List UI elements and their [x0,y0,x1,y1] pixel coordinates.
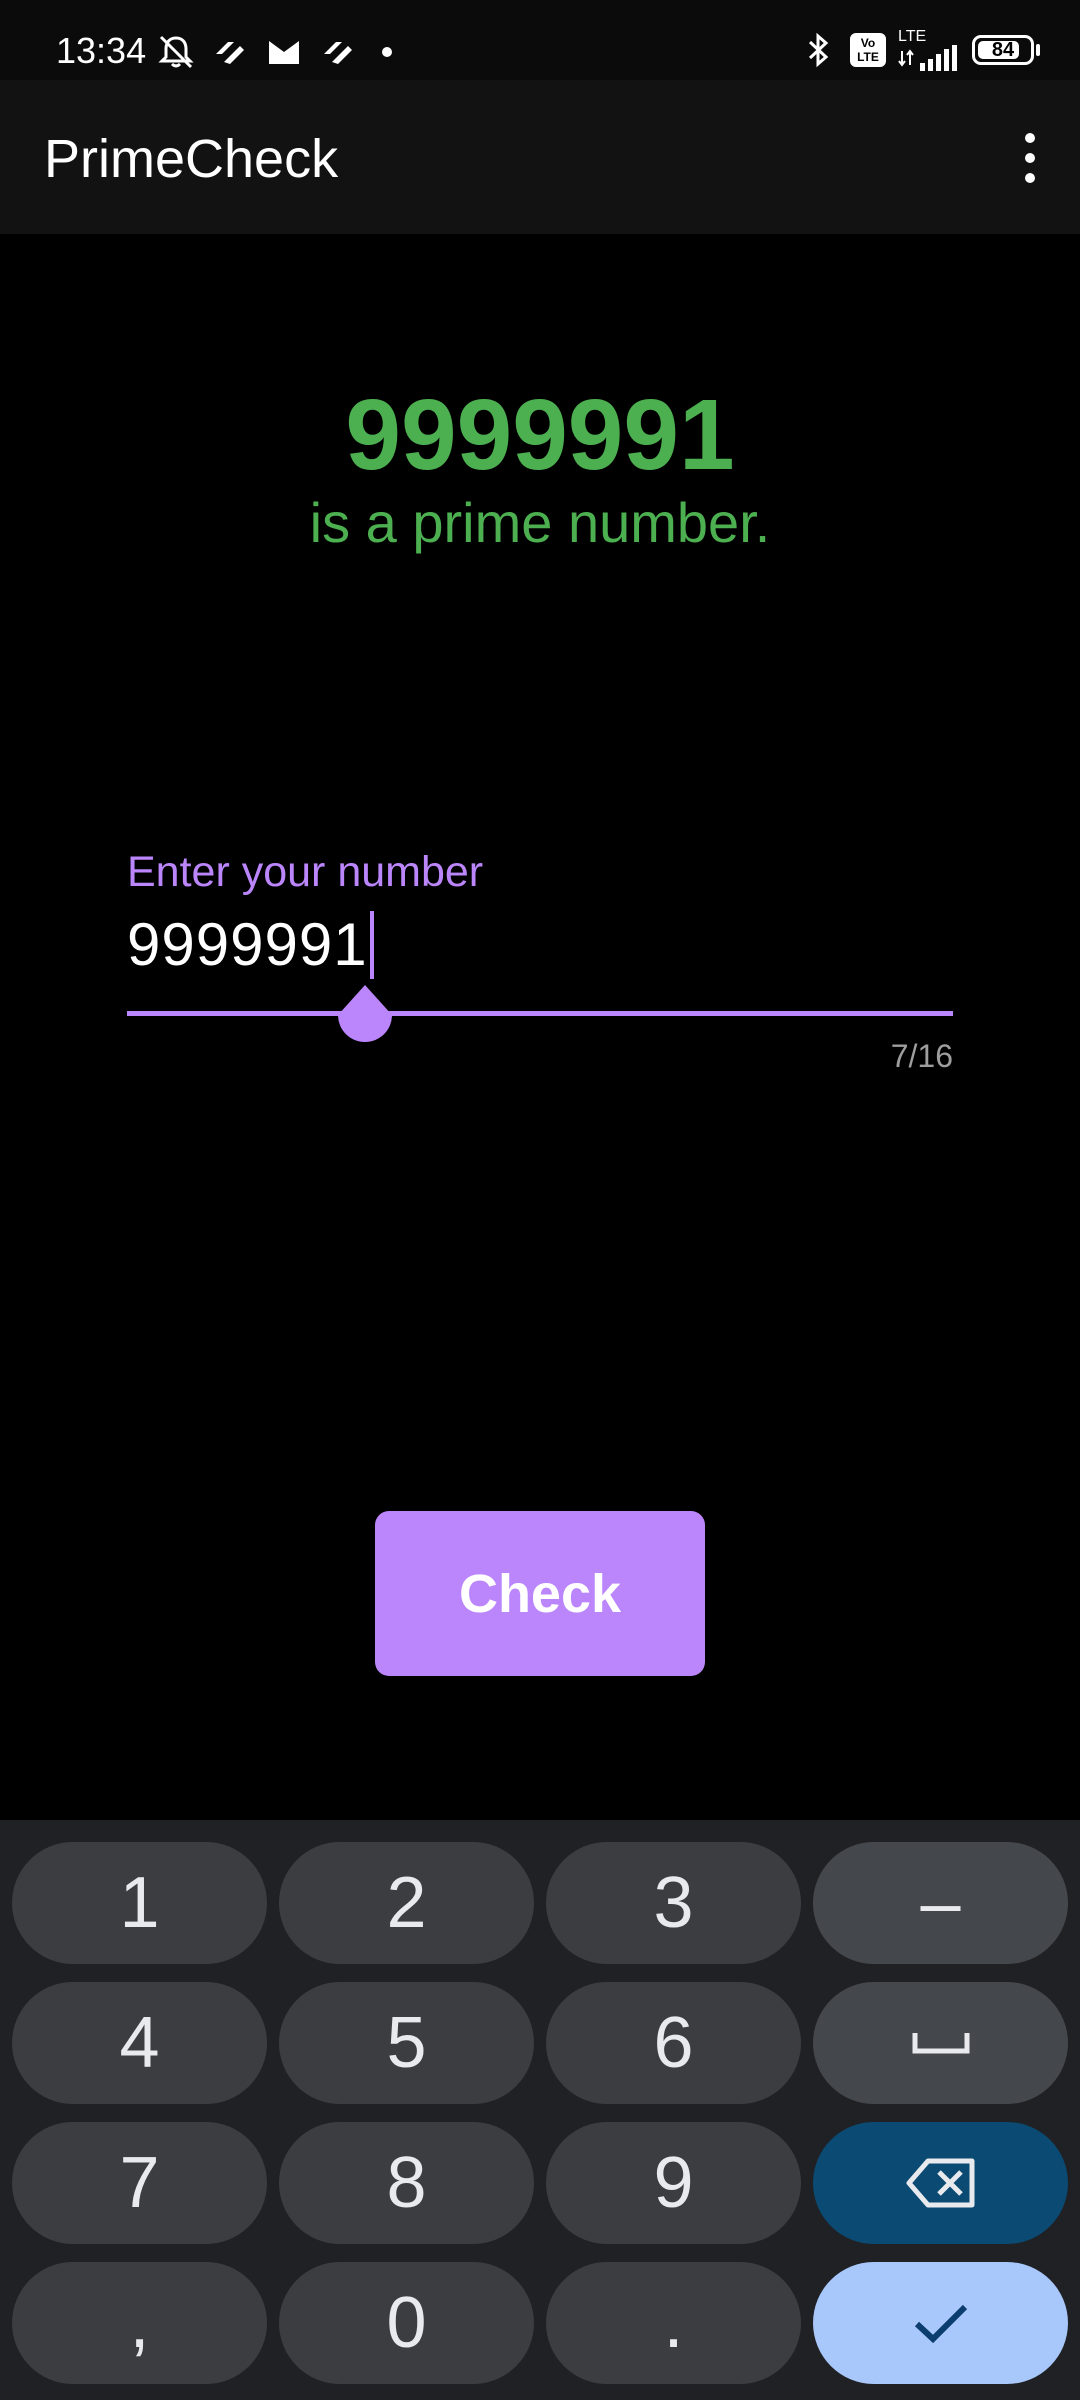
lte-label: LTE [898,28,927,45]
result-number: 9999991 [345,379,735,491]
more-vert-icon[interactable] [998,126,1062,190]
check-button[interactable]: Check [375,1511,705,1676]
key-4[interactable]: 4 [12,1982,267,2104]
backspace-key[interactable] [813,2122,1068,2244]
system-icons: Vo LTE LTE 84 [798,28,1040,72]
status-time: 13:34 [56,30,147,71]
input-label: Enter your number [127,848,484,896]
battery-icon: 84 [972,35,1040,65]
app-title: PrimeCheck [44,129,339,189]
checkmark-icon [914,2304,967,2344]
app-bar: PrimeCheck [0,80,1080,234]
key-6[interactable]: 6 [546,1982,801,2104]
battery-level: 84 [991,38,1015,61]
numeric-keyboard: 1 2 3 – 4 5 6 7 8 9 , 0 . [0,1820,1080,2400]
result-message: is a prime number. [309,491,771,554]
done-key[interactable] [813,2262,1068,2384]
key-3[interactable]: 3 [546,1842,801,1964]
more-notifications-dot [382,47,392,57]
key-period[interactable]: . [546,2262,801,2384]
notification-icons [156,34,392,70]
volte-bottom-label: LTE [857,50,879,64]
key-5[interactable]: 5 [279,1982,534,2104]
mail-icon [264,32,304,72]
cursor-handle-icon[interactable] [334,985,396,1047]
status-bar: 13:34 Vo LTE LTE 84 [0,0,1080,80]
space-icon [912,2033,969,2054]
key-0[interactable]: 0 [279,2262,534,2384]
key-comma[interactable]: , [12,2262,267,2384]
key-dash[interactable]: – [813,1842,1068,1964]
volte-icon: Vo LTE [850,33,886,67]
number-input[interactable]: 9999991 [127,910,374,979]
key-7[interactable]: 7 [12,2122,267,2244]
bell-off-icon [156,32,196,72]
input-underline [127,1011,953,1016]
key-9[interactable]: 9 [546,2122,801,2244]
battery-body: 84 [972,35,1034,65]
overflow-dot [1025,133,1035,143]
key-2[interactable]: 2 [279,1842,534,1964]
app-notification-icon [210,32,250,72]
overflow-dot [1025,153,1035,163]
overflow-dot [1025,173,1035,183]
text-caret [369,910,374,979]
key-space[interactable] [813,1982,1068,2104]
app-notification-icon-2 [318,32,358,72]
battery-tip [1036,44,1040,56]
backspace-icon [906,2158,974,2208]
signal-icon: LTE [898,29,960,71]
key-1[interactable]: 1 [12,1842,267,1964]
number-input-value: 9999991 [127,911,368,978]
volte-top-label: Vo [860,36,876,50]
bluetooth-icon [798,30,838,70]
character-counter: 7/16 [890,1038,953,1074]
key-8[interactable]: 8 [279,2122,534,2244]
